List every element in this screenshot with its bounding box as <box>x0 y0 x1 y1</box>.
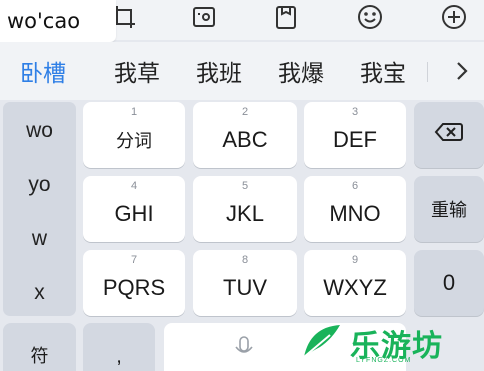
key-label: MNO <box>329 201 381 226</box>
key-3-def[interactable]: 3 DEF <box>304 102 406 168</box>
candidate-item[interactable]: 卧槽 <box>20 54 66 88</box>
symbol-label: 符 <box>30 346 49 367</box>
key-2-abc[interactable]: 2 ABC <box>193 102 297 168</box>
key-4-ghi[interactable]: 4 GHI <box>83 176 185 242</box>
key-number: 2 <box>241 106 249 118</box>
backspace-icon <box>414 121 484 149</box>
clipboard-icon[interactable] <box>272 3 300 31</box>
key-number: 6 <box>351 180 359 192</box>
candidate-item[interactable]: 我宝 <box>360 54 406 88</box>
key-number: 7 <box>130 254 138 266</box>
add-icon[interactable] <box>440 3 468 31</box>
backspace-button[interactable] <box>414 102 484 168</box>
emoji-icon[interactable] <box>356 3 384 31</box>
comma-button[interactable]: , <box>83 323 155 371</box>
key-label: GHI <box>114 201 154 226</box>
candidate-item[interactable]: 我草 <box>114 54 160 88</box>
reenter-label: 重输 <box>431 200 467 221</box>
key-label: ABC <box>222 127 268 152</box>
key-5-jkl[interactable]: 5 JKL <box>193 176 297 242</box>
key-7-pqrs[interactable]: 7 PQRS <box>83 250 185 316</box>
candidate-bar: 卧槽 我草 我班 我爆 我宝 <box>0 42 484 100</box>
symbol-button[interactable]: 符 <box>3 323 76 371</box>
key-label: JKL <box>226 201 264 226</box>
key-label: 分词 <box>116 131 152 152</box>
comma-label: , <box>116 345 122 368</box>
key-9-wxyz[interactable]: 9 WXYZ <box>304 250 406 316</box>
key-label: TUV <box>223 275 267 300</box>
video-icon[interactable] <box>190 3 218 31</box>
key-label: 0 <box>442 270 456 295</box>
reenter-button[interactable]: 重输 <box>414 176 484 242</box>
chevron-right-icon[interactable] <box>450 58 474 84</box>
key-number: 1 <box>130 106 138 118</box>
key-1-fenci[interactable]: 1 分词 <box>83 102 185 168</box>
key-number: 8 <box>241 254 249 266</box>
watermark-subtext: LYFNGZ.COM <box>356 357 412 364</box>
side-list-item[interactable]: w <box>3 227 76 251</box>
pinyin-composition: wo'cao <box>0 0 116 42</box>
side-list-item[interactable]: x <box>3 281 76 305</box>
candidate-item[interactable]: 我班 <box>196 54 242 88</box>
key-number: 4 <box>130 180 138 192</box>
key-number: 9 <box>351 254 359 266</box>
leaf-logo-icon <box>300 321 344 366</box>
key-label: PQRS <box>102 275 166 300</box>
key-8-tuv[interactable]: 8 TUV <box>193 250 297 316</box>
key-number: 5 <box>241 180 249 192</box>
side-list-item[interactable]: yo <box>3 173 76 197</box>
candidate-item[interactable]: 我爆 <box>278 54 324 88</box>
side-list-item[interactable]: wo <box>3 119 76 143</box>
key-0[interactable]: 0 <box>414 250 484 316</box>
microphone-icon <box>234 335 254 364</box>
key-number: 3 <box>351 106 359 118</box>
key-label: DEF <box>333 127 377 152</box>
candidate-divider <box>427 62 428 82</box>
key-label: WXYZ <box>323 275 387 300</box>
key-6-mno[interactable]: 6 MNO <box>304 176 406 242</box>
